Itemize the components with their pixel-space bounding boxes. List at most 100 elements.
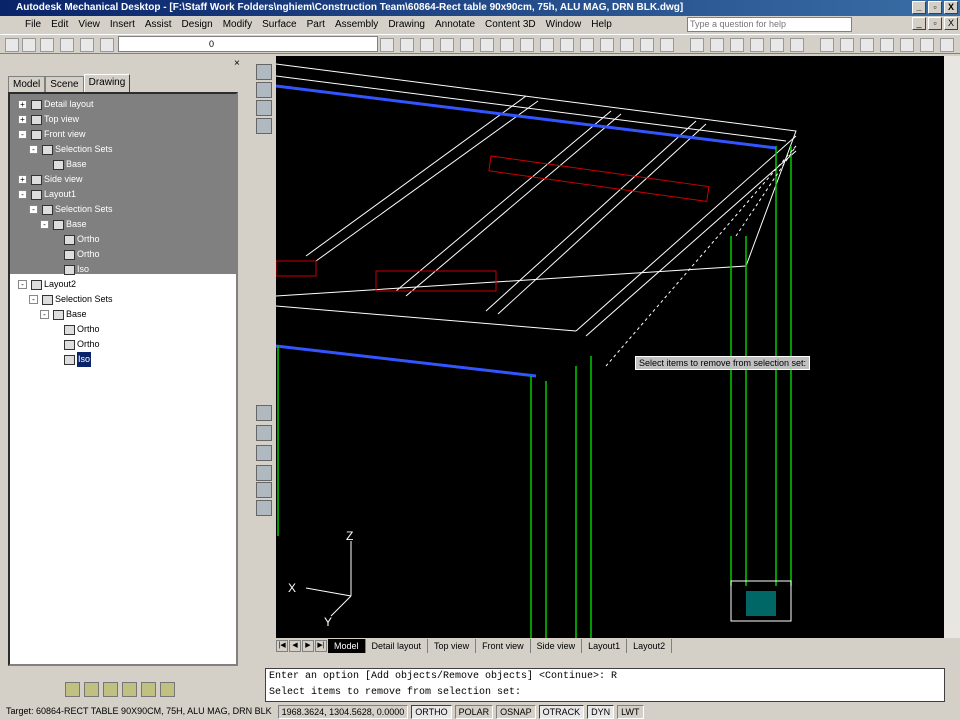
layer-dropdown[interactable]: 0 (118, 36, 378, 52)
toolbar-button[interactable] (60, 38, 74, 52)
tool-icon[interactable] (103, 682, 118, 697)
toolbar-button[interactable] (5, 38, 19, 52)
tool-icon[interactable] (65, 682, 80, 697)
toolbar-button[interactable] (640, 38, 654, 52)
toolbar-button[interactable] (440, 38, 454, 52)
drawing-viewport[interactable]: Z X Y (276, 56, 944, 638)
view-tool-button[interactable] (256, 100, 272, 116)
menu-insert[interactable]: Insert (105, 19, 140, 30)
tree-node[interactable]: Ortho (64, 232, 100, 247)
tool-icon[interactable] (122, 682, 137, 697)
next-tab-button[interactable]: ▶ (302, 640, 314, 652)
prev-tab-button[interactable]: ◀ (289, 640, 301, 652)
toolbar-button[interactable] (770, 38, 784, 52)
minimize-button[interactable]: _ (912, 1, 926, 14)
vertical-scrollbar[interactable] (944, 56, 960, 638)
menu-assist[interactable]: Assist (140, 19, 177, 30)
toolbar-button[interactable] (22, 38, 36, 52)
doc-minimize-button[interactable]: _ (912, 17, 926, 30)
layout-tab-front-view[interactable]: Front view (476, 639, 531, 653)
toolbar-button[interactable] (880, 38, 894, 52)
toolbar-button[interactable] (920, 38, 934, 52)
toolbar-button[interactable] (710, 38, 724, 52)
menu-content-3d[interactable]: Content 3D (480, 19, 541, 30)
tree-node[interactable]: - Selection Sets (29, 142, 113, 157)
toolbar-button[interactable] (940, 38, 954, 52)
toolbar-button[interactable] (520, 38, 534, 52)
expand-toggle[interactable]: - (29, 145, 38, 154)
last-tab-button[interactable]: ▶| (315, 640, 327, 652)
tree-node[interactable]: - Selection Sets (29, 292, 113, 307)
toggle-osnap[interactable]: OSNAP (496, 705, 536, 719)
help-search-input[interactable]: Type a question for help (687, 17, 852, 32)
expand-toggle[interactable]: - (18, 190, 27, 199)
tree-node[interactable]: - Front view (18, 127, 86, 142)
command-prompt[interactable]: Select items to remove from selection se… (266, 685, 944, 701)
tree-node[interactable]: - Base (40, 217, 87, 232)
toolbar-button[interactable] (380, 38, 394, 52)
expand-toggle[interactable]: - (29, 205, 38, 214)
toolbar-button[interactable] (820, 38, 834, 52)
tool-icon[interactable] (141, 682, 156, 697)
doc-close-button[interactable]: X (944, 17, 958, 30)
expand-toggle[interactable]: - (18, 130, 27, 139)
expand-toggle[interactable]: - (40, 220, 49, 229)
expand-toggle[interactable]: + (18, 100, 27, 109)
view-tool-button[interactable] (256, 64, 272, 80)
tab-drawing[interactable]: Drawing (83, 74, 131, 92)
command-line[interactable]: Enter an option [Add objects/Remove obje… (265, 668, 945, 702)
tree-node[interactable]: + Side view (18, 172, 83, 187)
tree-node[interactable]: Ortho (64, 247, 100, 262)
toggle-polar[interactable]: POLAR (454, 705, 494, 719)
tree-node[interactable]: - Selection Sets (29, 202, 113, 217)
tree-node[interactable]: Ortho (64, 337, 100, 352)
maximize-button[interactable]: ▫ (928, 1, 942, 14)
tree-node[interactable]: - Base (40, 307, 87, 322)
menu-assembly[interactable]: Assembly (330, 19, 383, 30)
toolbar-button[interactable] (860, 38, 874, 52)
toolbar-button[interactable] (580, 38, 594, 52)
view-tool-button[interactable] (256, 405, 272, 421)
toolbar-button[interactable] (620, 38, 634, 52)
doc-restore-button[interactable]: ▫ (928, 17, 942, 30)
view-tool-button[interactable] (256, 445, 272, 461)
tree-node[interactable]: Iso (64, 352, 92, 367)
menu-surface[interactable]: Surface (257, 19, 301, 30)
menu-drawing[interactable]: Drawing (383, 19, 430, 30)
toggle-ortho[interactable]: ORTHO (411, 705, 452, 719)
tree-node[interactable]: + Top view (18, 112, 79, 127)
toolbar-button[interactable] (790, 38, 804, 52)
toolbar-button[interactable] (40, 38, 54, 52)
view-tool-button[interactable] (256, 465, 272, 481)
tree-node[interactable]: - Layout2 (18, 277, 76, 292)
view-tool-button[interactable] (256, 425, 272, 441)
toggle-dyn[interactable]: DYN (587, 705, 615, 719)
toolbar-button[interactable] (690, 38, 704, 52)
layout-tab-layout1[interactable]: Layout1 (582, 639, 628, 653)
view-tool-button[interactable] (256, 500, 272, 516)
toolbar-button[interactable] (500, 38, 514, 52)
toolbar-button[interactable] (660, 38, 674, 52)
layout-tab-side-view[interactable]: Side view (531, 639, 583, 653)
toolbar-button[interactable] (100, 38, 114, 52)
expand-toggle[interactable]: - (40, 310, 49, 319)
expand-toggle[interactable]: + (18, 115, 27, 124)
expand-toggle[interactable]: + (18, 175, 27, 184)
toolbar-button[interactable] (900, 38, 914, 52)
toolbar-button[interactable] (460, 38, 474, 52)
toggle-otrack[interactable]: OTRACK (538, 705, 585, 719)
layout-tab-top-view[interactable]: Top view (428, 639, 477, 653)
layout-tab-layout2[interactable]: Layout2 (627, 639, 673, 653)
tree-node[interactable]: + Detail layout (18, 97, 94, 112)
menu-window[interactable]: Window (541, 19, 587, 30)
tab-scene[interactable]: Scene (45, 76, 84, 92)
menu-edit[interactable]: Edit (46, 19, 73, 30)
tree-node[interactable]: - Layout1 (18, 187, 76, 202)
menu-design[interactable]: Design (177, 19, 218, 30)
toolbar-button[interactable] (600, 38, 614, 52)
tool-icon[interactable] (84, 682, 99, 697)
menu-annotate[interactable]: Annotate (430, 19, 480, 30)
expand-toggle[interactable]: - (29, 295, 38, 304)
toggle-lwt[interactable]: LWT (617, 705, 644, 719)
menu-part[interactable]: Part (302, 19, 330, 30)
